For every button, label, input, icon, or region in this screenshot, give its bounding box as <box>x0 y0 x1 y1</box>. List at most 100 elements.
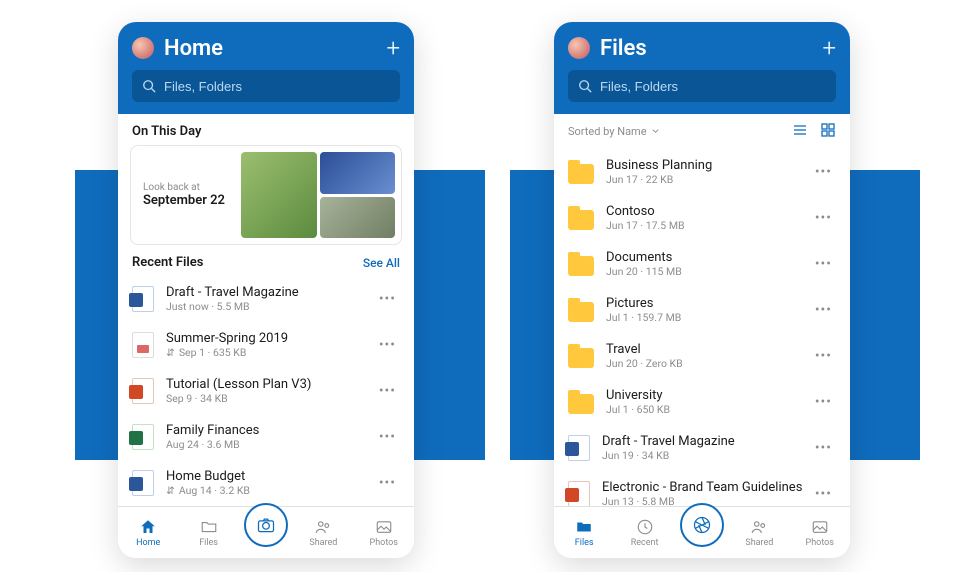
search-input[interactable] <box>164 79 390 94</box>
more-button[interactable]: ••• <box>811 206 836 230</box>
tab-photos[interactable]: Photos <box>359 518 409 548</box>
photos-icon <box>375 518 393 536</box>
file-row[interactable]: ContosoJun 17 · 17.5 MB••• <box>554 195 850 241</box>
file-row[interactable]: Family FinancesAug 24 · 3.6 MB••• <box>118 414 414 460</box>
shared-icon: ⇵ <box>166 484 175 497</box>
file-name: Tutorial (Lesson Plan V3) <box>166 377 375 392</box>
memory-lead: Look back at <box>143 182 229 193</box>
home-header: Home + <box>118 22 414 114</box>
more-button[interactable]: ••• <box>375 287 400 311</box>
file-row[interactable]: Draft - Travel MagazineJun 19 · 34 KB••• <box>554 425 850 471</box>
grid-view-icon[interactable] <box>820 122 836 141</box>
ppt-icon <box>132 378 154 404</box>
tab-shared[interactable]: Shared <box>734 518 784 548</box>
file-meta: ⇵Sep 1 · 635 KB <box>166 346 375 359</box>
file-row[interactable]: Draft - Travel MagazineJust now · 5.5 MB… <box>118 276 414 322</box>
folder-icon <box>568 394 594 414</box>
file-row[interactable]: DocumentsJun 20 · 115 MB••• <box>554 241 850 287</box>
more-button[interactable]: ••• <box>811 252 836 276</box>
excel-icon <box>132 424 154 450</box>
file-name: Travel <box>606 342 811 357</box>
file-meta: Jul 1 · 159.7 MB <box>606 311 811 324</box>
file-row[interactable]: Home Budget⇵Aug 14 · 3.2 KB••• <box>118 460 414 506</box>
people-icon <box>314 518 332 536</box>
list-view-icon[interactable] <box>792 122 808 141</box>
thumb-2 <box>320 152 396 194</box>
tab-photos[interactable]: Photos <box>795 518 845 548</box>
home-screen: Home + On This Day Look back at Septembe… <box>118 22 414 558</box>
folder-icon <box>200 518 218 536</box>
file-meta: Aug 24 · 3.6 MB <box>166 438 375 451</box>
file-name: Documents <box>606 250 811 265</box>
on-this-day-header: On This Day <box>132 124 202 139</box>
chevron-down-icon <box>651 127 660 136</box>
more-button[interactable]: ••• <box>375 471 400 495</box>
more-button[interactable]: ••• <box>811 436 836 460</box>
file-name: Draft - Travel Magazine <box>602 434 811 449</box>
generic-icon <box>132 332 154 358</box>
file-meta: Jun 17 · 22 KB <box>606 173 811 186</box>
more-button[interactable]: ••• <box>811 160 836 184</box>
file-name: Home Budget <box>166 469 375 484</box>
add-button[interactable]: + <box>822 34 836 62</box>
more-button[interactable]: ••• <box>375 425 400 449</box>
file-row[interactable]: Tutorial (Lesson Plan V3)Sep 9 · 34 KB••… <box>118 368 414 414</box>
files-header: Files + <box>554 22 850 114</box>
file-meta: Jun 19 · 34 KB <box>602 449 811 462</box>
file-row[interactable]: UniversityJul 1 · 650 KB••• <box>554 379 850 425</box>
tab-files[interactable]: Files <box>559 518 609 548</box>
avatar[interactable] <box>568 37 590 59</box>
file-name: Business Planning <box>606 158 811 173</box>
search-input[interactable] <box>600 79 826 94</box>
file-name: University <box>606 388 811 403</box>
word-icon <box>568 435 590 461</box>
clock-icon <box>636 518 654 536</box>
ppt-icon <box>568 481 590 506</box>
page-title: Home <box>164 36 386 61</box>
file-meta: Jun 20 · 115 MB <box>606 265 811 278</box>
file-meta: Jun 20 · Zero KB <box>606 357 811 370</box>
file-row[interactable]: Business PlanningJun 17 · 22 KB••• <box>554 149 850 195</box>
more-button[interactable]: ••• <box>811 298 836 322</box>
aperture-icon <box>692 515 712 535</box>
more-button[interactable]: ••• <box>811 390 836 414</box>
add-button[interactable]: + <box>386 34 400 62</box>
tab-shared[interactable]: Shared <box>298 518 348 548</box>
folder-icon <box>568 302 594 322</box>
file-name: Draft - Travel Magazine <box>166 285 375 300</box>
folder-icon <box>568 164 594 184</box>
tab-recent[interactable]: Recent <box>620 518 670 548</box>
folder-icon <box>575 518 593 536</box>
more-button[interactable]: ••• <box>811 344 836 368</box>
file-row[interactable]: Electronic - Brand Team GuidelinesJun 13… <box>554 471 850 506</box>
camera-fab[interactable] <box>244 503 288 547</box>
photos-icon <box>811 518 829 536</box>
shared-icon: ⇵ <box>166 346 175 359</box>
file-meta: Just now · 5.5 MB <box>166 300 375 313</box>
memory-card[interactable]: Look back at September 22 <box>130 145 402 245</box>
more-button[interactable]: ••• <box>811 482 836 506</box>
more-button[interactable]: ••• <box>375 379 400 403</box>
page-title: Files <box>600 36 822 61</box>
folder-icon <box>568 348 594 368</box>
avatar[interactable] <box>132 37 154 59</box>
recent-header: Recent Files <box>132 255 203 270</box>
file-row[interactable]: Summer-Spring 2019⇵Sep 1 · 635 KB••• <box>118 322 414 368</box>
more-button[interactable]: ••• <box>375 333 400 357</box>
file-row[interactable]: PicturesJul 1 · 159.7 MB••• <box>554 287 850 333</box>
home-tabbar: Home Files Shared Photos <box>118 506 414 558</box>
files-screen: Files + Sorted by Name Business Planning… <box>554 22 850 558</box>
search-box[interactable] <box>132 70 400 102</box>
memory-thumbnails <box>241 146 401 244</box>
scan-fab[interactable] <box>680 503 724 547</box>
word-icon <box>132 286 154 312</box>
search-box[interactable] <box>568 70 836 102</box>
see-all-link[interactable]: See All <box>363 256 400 270</box>
tab-home[interactable]: Home <box>123 518 173 548</box>
file-row[interactable]: TravelJun 20 · Zero KB••• <box>554 333 850 379</box>
files-tabbar: Files Recent Shared Photos <box>554 506 850 558</box>
tab-files[interactable]: Files <box>184 518 234 548</box>
file-meta: ⇵Aug 14 · 3.2 KB <box>166 484 375 497</box>
file-name: Summer-Spring 2019 <box>166 331 375 346</box>
sort-dropdown[interactable]: Sorted by Name <box>568 125 780 138</box>
